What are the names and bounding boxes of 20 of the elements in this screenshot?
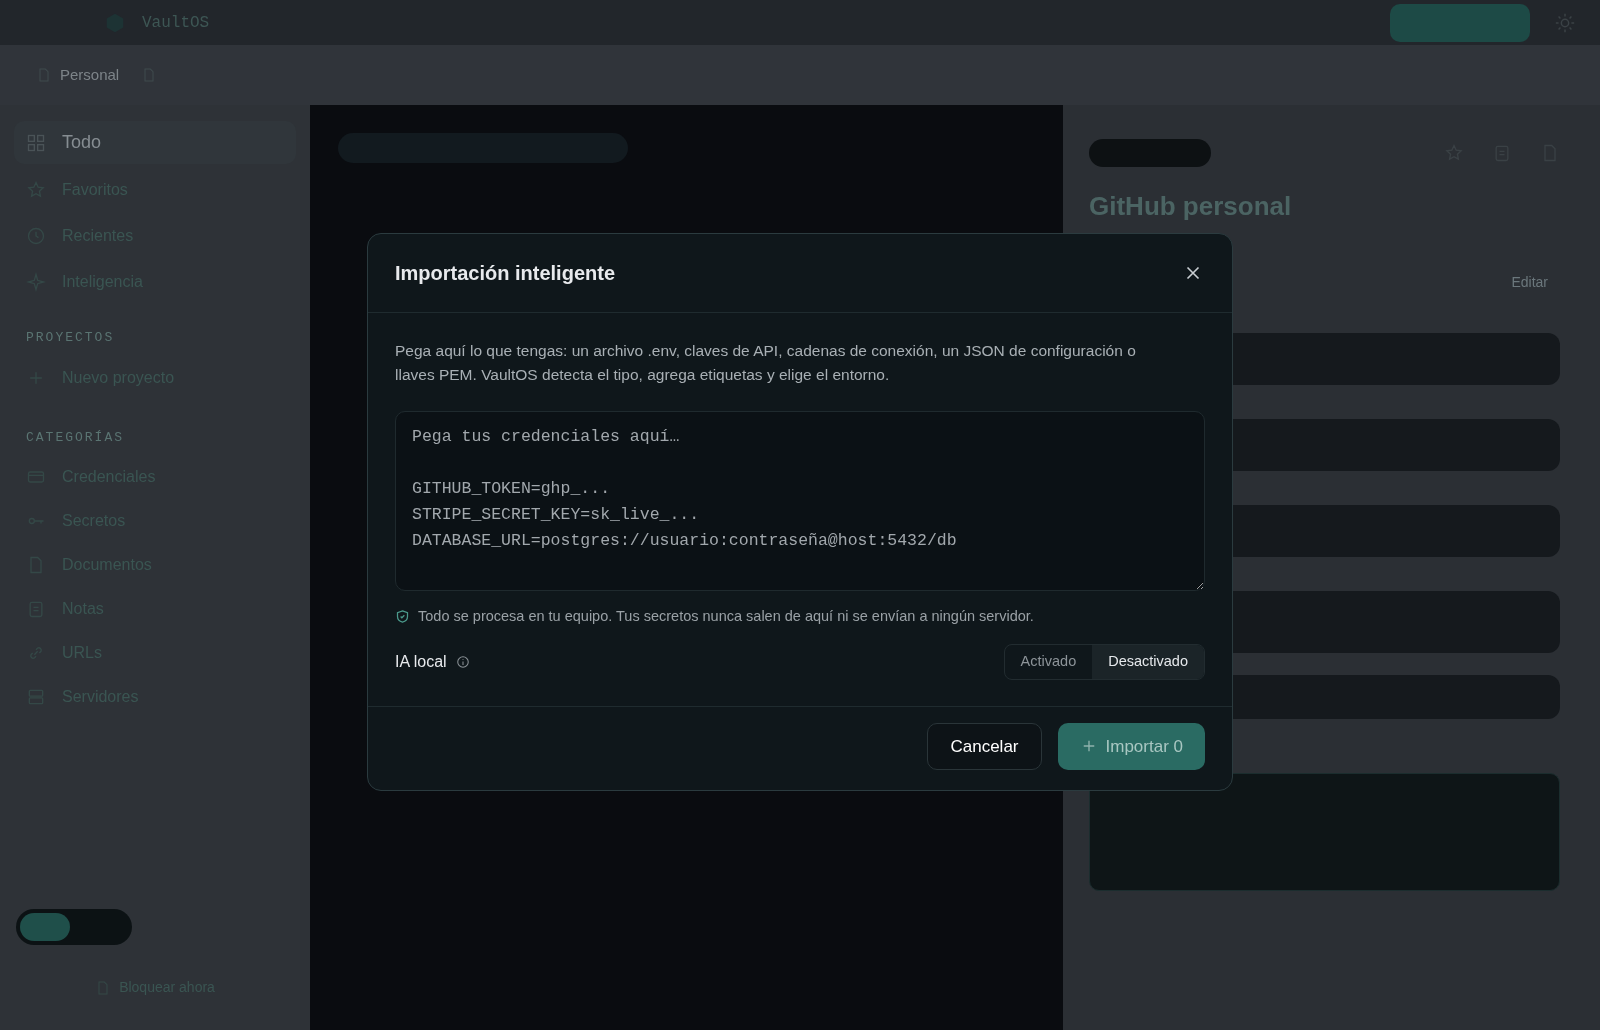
vault-selector[interactable]: Personal	[30, 62, 126, 88]
cancel-button[interactable]: Cancelar	[927, 722, 1042, 770]
import-button[interactable]: Importar 0	[1057, 722, 1205, 770]
section-heading: PROYECTOS	[26, 329, 116, 347]
segment-option[interactable]: Activado	[1004, 644, 1093, 679]
input-field[interactable]: Pega tus credenciales aquí… GITHUB_TOKEN=ghp_... STRIPE_SECRET_KEY=sk_live_... DATABASE_URL=postgres://usuario:contraseña@host:5432/db	[395, 411, 1205, 591]
segment-option[interactable]: Desactivado	[1092, 644, 1204, 679]
theme-switch[interactable]	[16, 909, 132, 945]
edit-button[interactable]: Editar	[1499, 266, 1560, 299]
sidebar-item[interactable]: Todo	[14, 121, 296, 164]
info-icon[interactable]	[455, 654, 470, 669]
privacy-note: Todo se procesa en tu equipo. Tus secretos nunca salen de aquí ni se envían a ningún servidor.	[418, 607, 1034, 626]
shield-icon	[395, 609, 410, 625]
grid-icon	[26, 132, 46, 153]
primary-button[interactable]	[1390, 3, 1530, 42]
dialog-title: Importación inteligente	[395, 261, 617, 286]
sun-icon[interactable]	[1554, 11, 1576, 34]
section-heading: CATEGORÍAS	[26, 428, 125, 447]
description: Pega aquí lo que tengas: un archivo .env, claves de API, cadenas de conexión, un JSON de configuración o llaves PEM. VaultOS detecta el tipo, agrega etiquetas y elige el entorno.	[395, 341, 1137, 385]
setting-label: IA local	[395, 651, 447, 672]
